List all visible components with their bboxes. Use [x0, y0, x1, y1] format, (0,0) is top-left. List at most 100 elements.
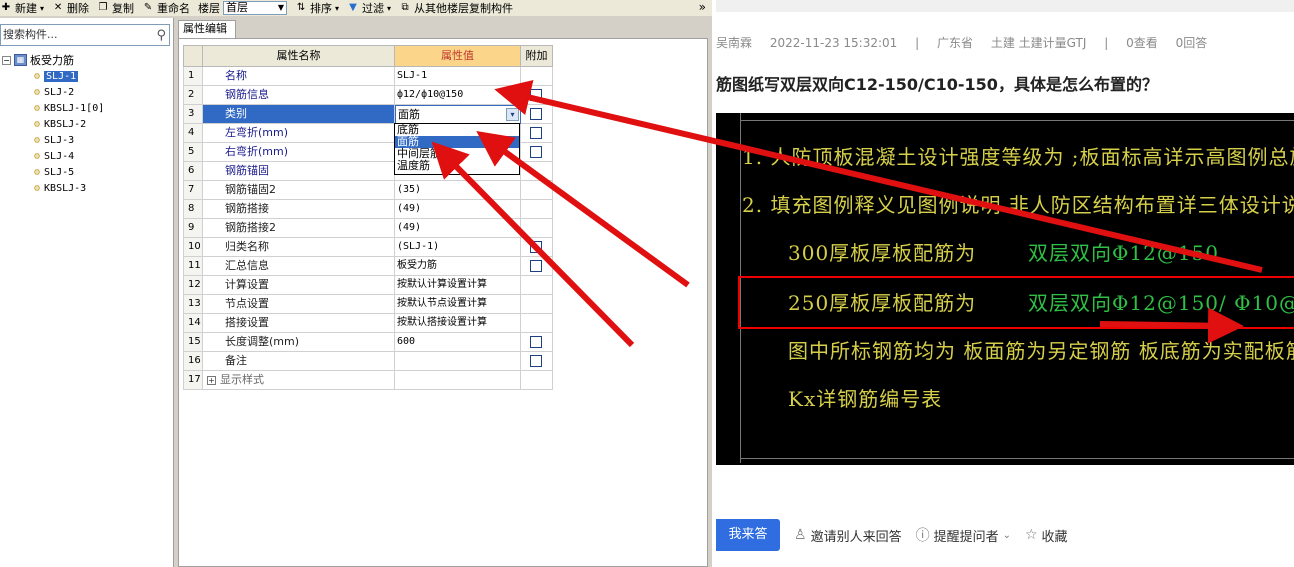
tree-root-slab-rebar[interactable]: − ▦ 板受力筋 — [0, 52, 174, 68]
property-row[interactable]: 8 钢筋搭接 (49) — [183, 200, 553, 219]
property-value-text: 板受力筋 — [397, 260, 437, 271]
property-row[interactable]: 13 节点设置 按默认节点设置计算 — [183, 295, 553, 314]
property-row[interactable]: 10 归类名称 (SLJ-1) — [183, 238, 553, 257]
chevron-down-icon: ▼ — [277, 3, 285, 12]
tree-item[interactable]: ⚙ SLJ-1 — [0, 68, 174, 84]
gear-icon: ⚙ — [34, 182, 41, 194]
property-value[interactable]: (35) — [395, 181, 521, 200]
post-datetime: 2022-11-23 15:32:01 — [769, 36, 898, 50]
tree-item[interactable]: ⚙ SLJ-2 — [0, 84, 174, 100]
extra-cell — [521, 143, 553, 162]
property-value[interactable]: 板受力筋 — [395, 257, 521, 276]
extra-cell — [521, 67, 553, 86]
property-row[interactable]: 11 汇总信息 板受力筋 — [183, 257, 553, 276]
property-name-text: 显示样式 — [220, 373, 264, 386]
sort-icon: ⇅ — [296, 2, 306, 13]
property-value[interactable] — [395, 371, 521, 390]
extra-cell — [521, 352, 553, 371]
copy-from-floor-button[interactable]: ⧉ 从其他楼层复制构件 — [399, 0, 513, 16]
tree-item[interactable]: ⚙ SLJ-5 — [0, 164, 174, 180]
search-icon[interactable]: ⚲ — [156, 26, 166, 46]
collect-button[interactable]: ☆ 收藏 — [1025, 526, 1068, 545]
property-value[interactable]: (49) — [395, 200, 521, 219]
property-value[interactable]: ф12/ф10@150 — [395, 86, 521, 105]
property-value[interactable]: 600 — [395, 333, 521, 352]
tree-item[interactable]: ⚙ KBSLJ-3 — [0, 180, 174, 196]
filter-button[interactable]: ▼ 过滤 ▾ — [347, 0, 391, 16]
new-button[interactable]: ✚ 新建 ▾ — [0, 0, 44, 16]
property-row[interactable]: 3 类别 面筋 ▾ — [183, 105, 553, 124]
row-number: 6 — [183, 162, 203, 181]
property-value[interactable]: (SLJ-1) — [395, 238, 521, 257]
extra-cell — [521, 238, 553, 257]
extra-checkbox[interactable] — [530, 355, 542, 367]
author-name[interactable]: 吴南霖 — [716, 36, 752, 50]
extra-checkbox[interactable] — [530, 260, 542, 272]
row-number: 3 — [183, 105, 203, 124]
extra-checkbox[interactable] — [530, 127, 542, 139]
tab-property-editor[interactable]: 属性编辑 — [178, 20, 236, 38]
property-row[interactable]: 7 钢筋锚固2 (35) — [183, 181, 553, 200]
delete-button[interactable]: ✕ 删除 — [52, 0, 89, 16]
more-chevron-icon[interactable]: » — [699, 0, 706, 14]
gear-icon: ⚙ — [34, 166, 41, 178]
property-row[interactable]: 14 搭接设置 按默认搭接设置计算 — [183, 314, 553, 333]
collapse-icon[interactable]: − — [2, 55, 11, 65]
remind-asker-button[interactable]: ⓘ 提醒提问者 ⌄ — [916, 525, 1011, 545]
property-value-text: (49) — [397, 222, 422, 233]
question-title: 筋图纸写双层双向C12-150/C10-150，具体是怎么布置的？ — [716, 75, 1158, 94]
separator: | — [1104, 36, 1109, 50]
gear-icon: ⚙ — [34, 86, 41, 98]
property-name: 备注 — [203, 352, 395, 371]
extra-checkbox[interactable] — [530, 108, 542, 120]
question-image[interactable]: 1. 人防顶板混凝土设计强度等级为 ;板面标高详示高图例总施。 2. 填充图例释… — [716, 113, 1294, 465]
tree-item[interactable]: ⚙ KBSLJ-2 — [0, 116, 174, 132]
row-number: 8 — [183, 200, 203, 219]
property-value[interactable] — [395, 352, 521, 371]
search-input[interactable]: 搜索构件... ⚲ — [0, 24, 170, 46]
extra-cell — [521, 219, 553, 238]
property-value[interactable]: 按默认搭接设置计算 — [395, 314, 521, 333]
property-row[interactable]: 9 钢筋搭接2 (49) — [183, 219, 553, 238]
region-tag: 广东省 — [937, 36, 974, 50]
extra-checkbox[interactable] — [530, 241, 542, 253]
chevron-down-icon: ⌄ — [1002, 529, 1011, 541]
invite-answer-button[interactable]: ♙ 邀请别人来回答 — [794, 526, 902, 545]
property-value[interactable]: 按默认节点设置计算 — [395, 295, 521, 314]
extra-checkbox[interactable] — [530, 89, 542, 101]
property-value[interactable]: 面筋 ▾ — [395, 105, 521, 124]
property-value[interactable]: 按默认计算设置计算 — [395, 276, 521, 295]
extra-cell — [521, 371, 553, 390]
extra-checkbox[interactable] — [530, 146, 542, 158]
drawing-border-line — [740, 120, 1294, 121]
dropdown-option[interactable]: 温度筋 — [395, 160, 519, 172]
property-row[interactable]: 15 长度调整(mm) 600 — [183, 333, 553, 352]
page-top-strip — [716, 0, 1294, 12]
property-value-text: 按默认节点设置计算 — [397, 298, 487, 309]
expand-icon[interactable]: + — [207, 376, 216, 385]
tree-item[interactable]: ⚙ SLJ-4 — [0, 148, 174, 164]
property-row[interactable]: 1 名称 SLJ-1 — [183, 67, 553, 86]
tree-item[interactable]: ⚙ KBSLJ-1[0] — [0, 100, 174, 116]
copy-button[interactable]: ❐ 复制 — [97, 0, 134, 16]
answer-button[interactable]: 我来答 — [716, 519, 780, 551]
dropdown-arrow-icon[interactable]: ▾ — [506, 108, 519, 121]
rename-button[interactable]: ✎ 重命名 — [142, 0, 190, 16]
header-extra: 附加 — [521, 45, 553, 67]
extra-checkbox[interactable] — [530, 336, 542, 348]
extra-cell — [521, 276, 553, 295]
property-row[interactable]: 16 备注 — [183, 352, 553, 371]
property-row[interactable]: 2 钢筋信息 ф12/ф10@150 — [183, 86, 553, 105]
property-value[interactable]: SLJ-1 — [395, 67, 521, 86]
floor-dropdown[interactable]: 首层 ▼ — [223, 1, 288, 15]
property-name: 钢筋锚固2 — [203, 181, 395, 200]
property-value[interactable]: (49) — [395, 219, 521, 238]
property-row[interactable]: 12 计算设置 按默认计算设置计算 — [183, 276, 553, 295]
tree-item[interactable]: ⚙ SLJ-3 — [0, 132, 174, 148]
gear-icon: ⚙ — [34, 134, 41, 146]
property-value-text: 600 — [397, 336, 416, 347]
chevron-down-icon: ▾ — [387, 3, 392, 13]
property-row[interactable]: 17 + 显示样式 — [183, 371, 553, 390]
category-tag[interactable]: 土建 土建计量GTJ — [991, 36, 1087, 50]
sort-button[interactable]: ⇅ 排序 ▾ — [295, 0, 339, 16]
